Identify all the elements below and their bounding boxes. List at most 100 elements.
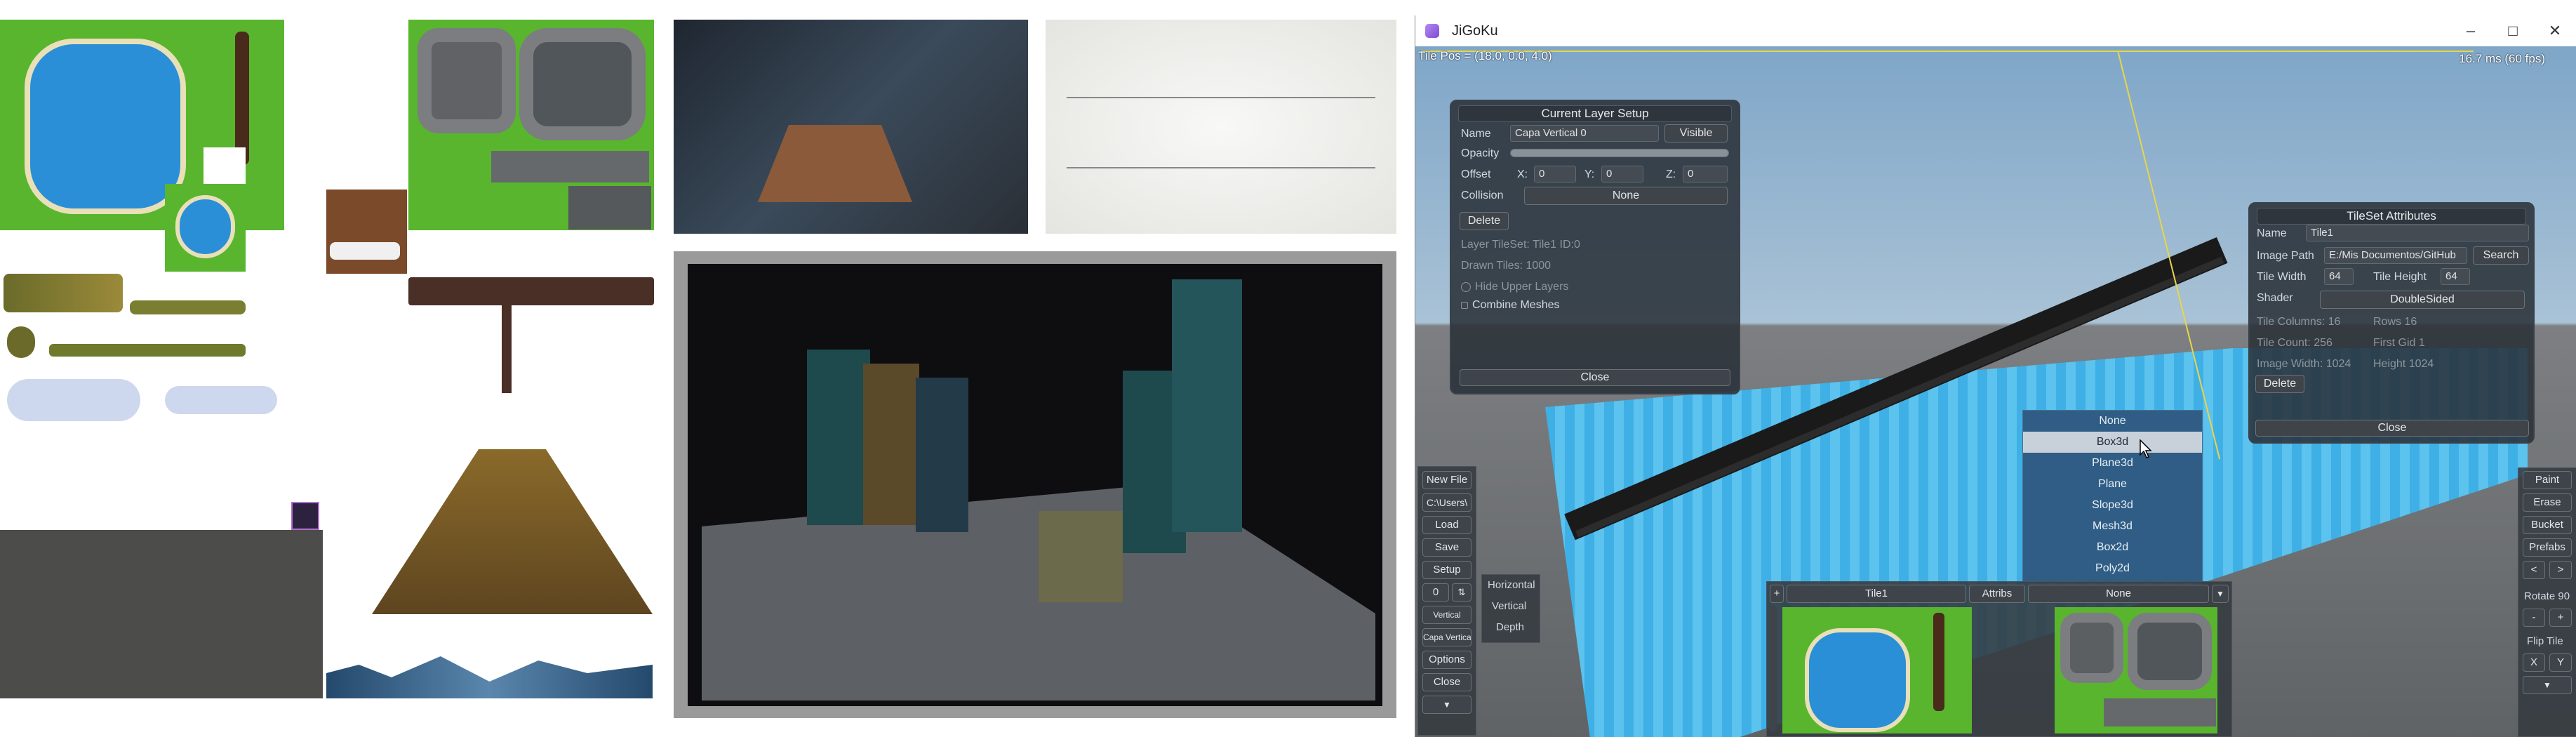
next-button[interactable]: >	[2549, 561, 2572, 579]
hide-upper-layers-checkbox[interactable]	[1461, 282, 1471, 292]
flip-tile-label: Flip Tile	[2527, 635, 2563, 647]
prev-button[interactable]: <	[2523, 561, 2545, 579]
tileset-name-field[interactable]: Tile1	[2306, 225, 2529, 241]
tile-count-info: Tile Count: 256	[2257, 337, 2333, 349]
rotate-minus-button[interactable]: -	[2523, 609, 2545, 627]
bush-strip	[49, 344, 246, 357]
visible-toggle[interactable]: Visible	[1664, 124, 1728, 142]
window-title: JiGoKu	[1452, 23, 1498, 39]
maximize-button[interactable]: □	[2492, 15, 2534, 46]
mesh-type-dropdown-list: None Box3d Plane3d Plane Slope3d Mesh3d …	[2022, 410, 2203, 583]
options-button[interactable]: Options	[1422, 651, 1471, 669]
track-pit	[568, 186, 651, 230]
city-render-image	[674, 251, 1396, 718]
screenshot-collage	[0, 0, 1403, 737]
orientation-horizontal[interactable]: Horizontal	[1488, 579, 1535, 591]
shader-dropdown[interactable]: DoubleSided	[2320, 291, 2525, 309]
mesh-option-none[interactable]: None	[2023, 411, 2202, 432]
right-toolbar-down-arrow-icon[interactable]: ▼	[2523, 676, 2572, 694]
y-label: Y:	[1584, 168, 1595, 180]
flip-y-button[interactable]: Y	[2549, 653, 2572, 672]
tile-height-field[interactable]: 64	[2441, 268, 2470, 285]
image-path-label: Image Path	[2257, 250, 2314, 262]
paint-tool-button[interactable]: Paint	[2523, 471, 2572, 489]
delete-tileset-button[interactable]: Delete	[2255, 375, 2304, 393]
offset-z-field[interactable]: 0	[1683, 166, 1728, 182]
load-button[interactable]: Load	[1422, 516, 1471, 534]
mesh-option-poly2d[interactable]: Poly2d	[2023, 558, 2202, 579]
track-loop-1	[418, 28, 516, 133]
search-path-button[interactable]: Search	[2473, 246, 2529, 265]
mesh-option-plane3d[interactable]: Plane3d	[2023, 453, 2202, 474]
opacity-slider-fill	[1511, 150, 1728, 157]
tile-pos-readout: Tile Pos = (18.0, 0.0, 4.0)	[1418, 49, 1552, 62]
right-toolbar: Paint Erase Bucket Prefabs < > Rotate 90…	[2518, 467, 2576, 737]
vertical-layer-button[interactable]: Vertical	[1422, 606, 1471, 624]
opacity-label: Opacity	[1461, 147, 1500, 159]
mesh-option-box3d[interactable]: Box3d	[2023, 432, 2202, 453]
app-logo-icon	[1425, 24, 1439, 38]
track-loop-2	[519, 28, 646, 140]
erase-tool-button[interactable]: Erase	[2523, 493, 2572, 512]
layer-name-button[interactable]: Capa Vertica	[1422, 628, 1471, 646]
image-width-info: Image Width: 1024	[2257, 358, 2351, 370]
close-file-button[interactable]: Close	[1422, 673, 1471, 691]
x-label: X:	[1517, 168, 1528, 180]
bridge-pillar	[502, 302, 512, 393]
scroll-down-arrow-icon[interactable]: ▼	[1422, 696, 1471, 714]
cloud-sprite-1	[7, 379, 140, 421]
3d-viewport[interactable]: Tile Pos = (18.0, 0.0, 4.0) 16.7 ms (60 …	[1415, 46, 2576, 737]
layer-name-field[interactable]: Capa Vertical 0	[1510, 125, 1659, 142]
bucket-tool-button[interactable]: Bucket	[2523, 516, 2572, 534]
mesh-option-mesh3d[interactable]: Mesh3d	[2023, 516, 2202, 537]
tile-columns-info: Tile Columns: 16	[2257, 316, 2341, 328]
name-label: Name	[1461, 128, 1491, 140]
drawn-tiles-info: Drawn Tiles: 1000	[1461, 260, 1551, 272]
image-path-field[interactable]: E:/Mis Documentos/GitHub	[2324, 247, 2467, 264]
tileset-palette-track-tiles[interactable]	[2055, 607, 2217, 733]
palette-scrollbar[interactable]	[1770, 606, 1777, 732]
mesh-option-slope3d[interactable]: Slope3d	[2023, 495, 2202, 516]
image-height-info: Height 1024	[2373, 358, 2434, 370]
orientation-depth[interactable]: Depth	[1496, 621, 1524, 633]
close-tileset-attributes-button[interactable]: Close	[2255, 420, 2529, 437]
opacity-slider[interactable]	[1510, 149, 1729, 157]
dirt-tile-image	[326, 190, 407, 274]
track-straight	[491, 151, 649, 182]
layer-tileset-info: Layer TileSet: Tile1 ID:0	[1461, 239, 1580, 251]
combine-meshes-label: Combine Meshes	[1472, 299, 1560, 311]
tileset-mesh-selector[interactable]: None	[2028, 585, 2209, 603]
rotate-plus-button[interactable]: +	[2549, 609, 2572, 627]
orientation-vertical[interactable]: Vertical	[1492, 600, 1526, 612]
save-button[interactable]: Save	[1422, 538, 1471, 557]
close-window-button[interactable]: ✕	[2534, 15, 2576, 46]
collision-label: Collision	[1461, 190, 1504, 201]
add-tileset-button[interactable]: +	[1770, 585, 1784, 603]
mesh-option-box2d[interactable]: Box2d	[2023, 537, 2202, 558]
delete-layer-button[interactable]: Delete	[1460, 212, 1509, 230]
close-layer-setup-button[interactable]: Close	[1460, 369, 1730, 386]
monitor-photo	[674, 20, 1028, 234]
offset-y-field[interactable]: 0	[1601, 166, 1643, 182]
setup-button[interactable]: Setup	[1422, 561, 1471, 579]
mesh-option-plane[interactable]: Plane	[2023, 474, 2202, 495]
layer-index-field[interactable]: 0	[1422, 583, 1449, 602]
tileset-selector[interactable]: Tile1	[1787, 585, 1966, 603]
offset-x-field[interactable]: 0	[1534, 166, 1576, 182]
minimize-button[interactable]: –	[2450, 15, 2492, 46]
layer-index-spinner-icon[interactable]: ⇅	[1452, 583, 1471, 602]
new-file-button[interactable]: New File	[1422, 471, 1471, 489]
pond-water	[175, 195, 235, 258]
tileset-attribs-button[interactable]: Attribs	[1969, 585, 2025, 603]
prefabs-button[interactable]: Prefabs	[2523, 538, 2572, 557]
combine-meshes-checkbox[interactable]	[1461, 302, 1468, 309]
file-path-field[interactable]: C:\Users\	[1422, 493, 1471, 512]
pyramid-sprite	[372, 449, 653, 614]
tileset-palette-grass-tiles[interactable]	[1782, 607, 1972, 733]
small-tile-sprite	[291, 502, 319, 530]
foliage-strip-2	[130, 300, 246, 314]
collision-dropdown[interactable]: None	[1524, 187, 1728, 205]
tileset-mesh-dropdown-arrow-icon[interactable]: ▼	[2212, 585, 2229, 603]
flip-x-button[interactable]: X	[2523, 653, 2545, 672]
tile-width-field[interactable]: 64	[2324, 268, 2354, 285]
